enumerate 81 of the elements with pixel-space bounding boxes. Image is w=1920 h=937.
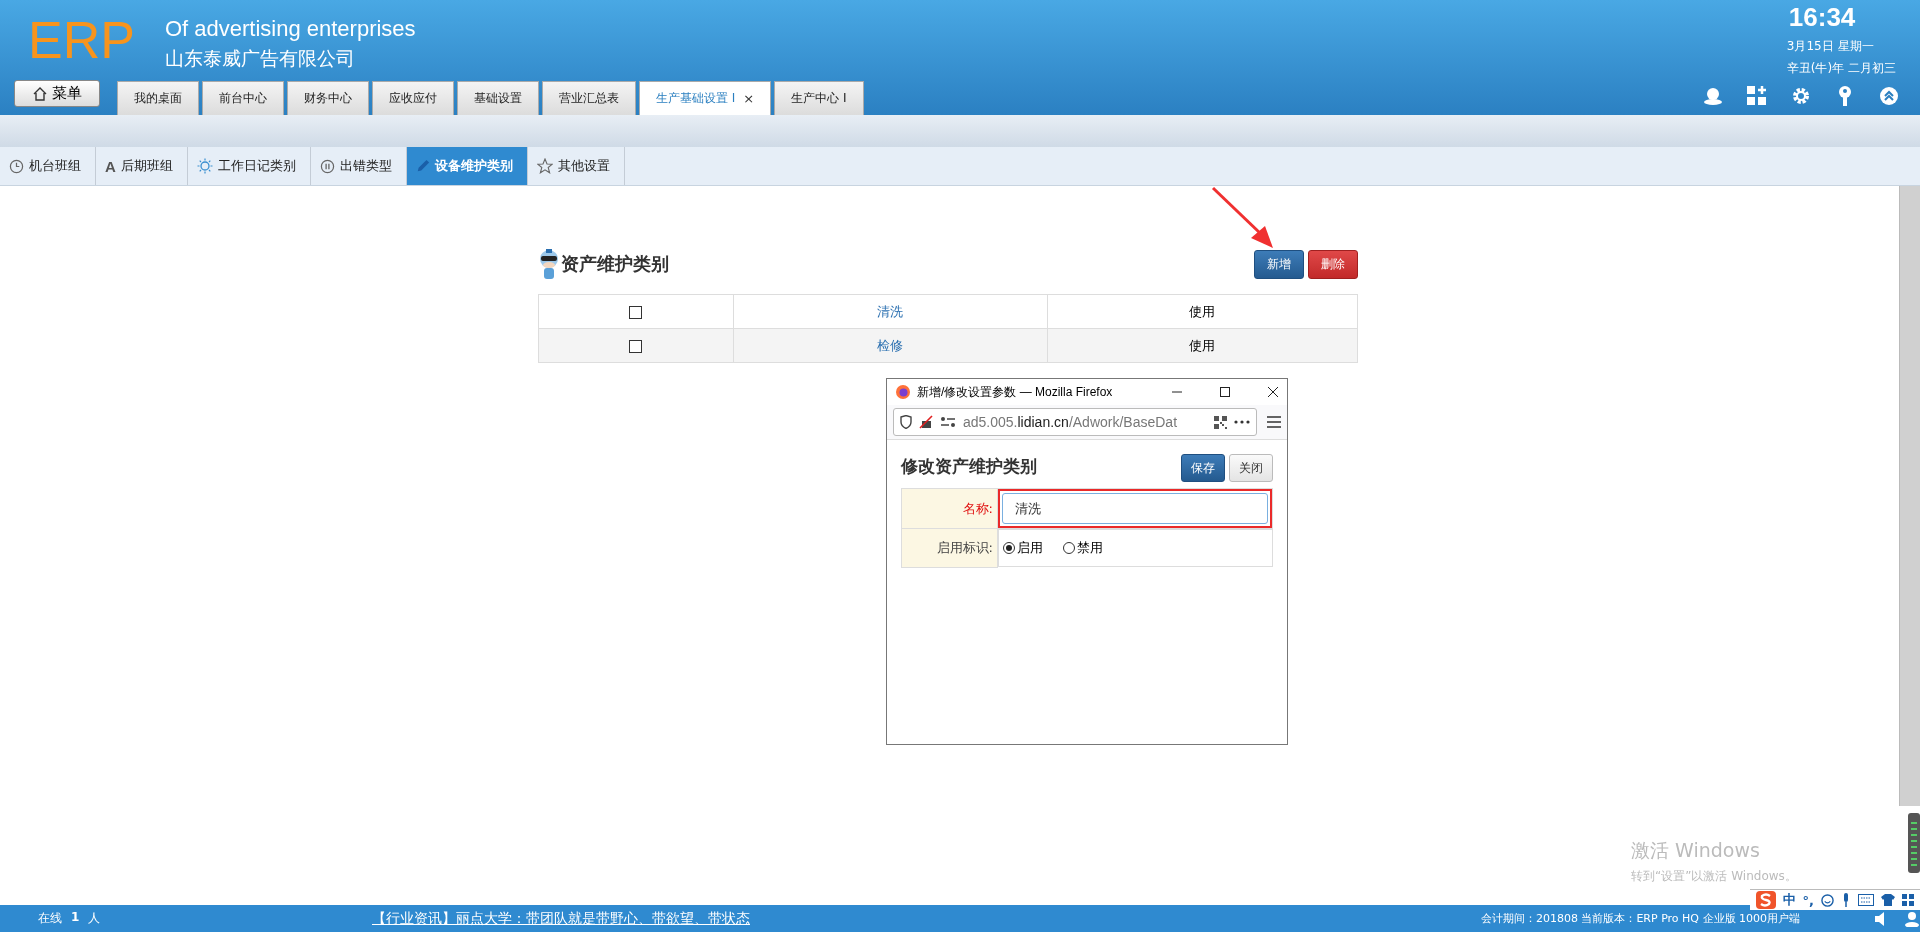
permissions-icon: [940, 416, 956, 428]
shirt-icon[interactable]: [1881, 894, 1895, 906]
clock-time: 16:34: [1788, 2, 1856, 33]
company-name: 山东泰威广告有限公司: [164, 46, 356, 71]
panel-title: 资产维护类别: [560, 252, 669, 276]
field-label: 启用标识:: [936, 540, 993, 555]
sub-tab[interactable]: 其他设置: [527, 147, 625, 185]
settings-icon[interactable]: [1790, 85, 1812, 107]
mascot-icon: [537, 248, 560, 280]
radio-option[interactable]: 禁用: [1063, 539, 1103, 557]
close-button[interactable]: ×: [743, 91, 755, 106]
sogou-icon[interactable]: [1755, 891, 1776, 909]
user-icon[interactable]: [1702, 85, 1724, 107]
ime-mode[interactable]: 中: [1782, 891, 1796, 909]
scrollbar[interactable]: [1899, 186, 1920, 806]
insecure-icon: [919, 415, 933, 429]
pause-icon: [319, 158, 335, 174]
sub-tab[interactable]: 设备维护类别: [406, 147, 528, 185]
url-text: ad5.005.lidian.cn/Adwork/BaseDat: [963, 414, 1179, 430]
row-checkbox[interactable]: [629, 340, 642, 353]
close-icon[interactable]: [1267, 386, 1279, 398]
ime-punctuation[interactable]: °,: [1802, 892, 1814, 908]
activation-title: 激活 Windows: [1631, 838, 1761, 863]
field-label: 名称:: [962, 500, 993, 516]
shield-icon: [900, 415, 912, 429]
volume-meter-icon: [1908, 813, 1920, 873]
pen-icon: [415, 159, 430, 173]
news-link[interactable]: 【行业资讯】丽点大学：带团队就是带野心、带欲望、带状态: [372, 909, 750, 928]
radio-option[interactable]: 启用: [1003, 539, 1043, 557]
version-info: 会计期间：201808 当前版本：ERP Pro HQ 企业版 1000用户端: [1480, 911, 1800, 926]
sun-icon: [196, 158, 213, 174]
letter-icon: A: [105, 157, 116, 175]
nav-tab[interactable]: 我的桌面: [117, 81, 199, 115]
menu-button[interactable]: 菜单: [14, 80, 100, 107]
collapse-icon[interactable]: [1878, 85, 1900, 107]
category-link[interactable]: 清洗: [877, 303, 903, 319]
online-label: 在线: [38, 910, 62, 927]
keyboard-icon[interactable]: [1858, 894, 1874, 906]
qr-code-icon: [1214, 415, 1227, 429]
nav-tab[interactable]: 应收应付: [372, 81, 454, 115]
row-checkbox[interactable]: [629, 306, 642, 319]
microphone-icon[interactable]: [1841, 893, 1851, 907]
nav-tab[interactable]: 生产基础设置 I ×: [639, 81, 772, 115]
smiley-icon[interactable]: [1821, 893, 1834, 907]
sub-tab[interactable]: 出错类型: [310, 147, 407, 185]
online-count: 1: [71, 910, 80, 926]
grid-icon[interactable]: [1902, 894, 1914, 906]
category-link[interactable]: 检修: [877, 337, 903, 353]
address-bar[interactable]: ad5.005.lidian.cn/Adwork/BaseDat: [893, 408, 1257, 436]
nav-tab[interactable]: 基础设置: [457, 81, 539, 115]
maximize-icon[interactable]: [1219, 386, 1231, 398]
firefox-icon: [895, 384, 911, 400]
nav-tab[interactable]: 财务中心: [287, 81, 369, 115]
online-unit: 人: [88, 910, 101, 927]
form-heading: 修改资产维护类别: [901, 455, 1037, 478]
nav-tab[interactable]: 生产中心 I: [774, 81, 864, 115]
logo-text: ERP: [28, 14, 135, 66]
window-title: 新增/修改设置参数 — Mozilla Firefox: [917, 383, 1114, 401]
activation-hint: 转到“设置”以激活 Windows。: [1631, 868, 1797, 885]
sub-tab[interactable]: 工作日记类别: [187, 147, 311, 185]
close-button[interactable]: 关闭: [1229, 454, 1273, 482]
tagline: Of advertising enterprises: [164, 16, 416, 42]
status-text: 使用: [1189, 337, 1215, 353]
star-icon: [536, 158, 553, 174]
name-input[interactable]: 清洗: [1002, 493, 1268, 524]
sub-tab[interactable]: 机台班组: [0, 147, 96, 185]
nav-tab[interactable]: 前台中心: [202, 81, 284, 115]
person-icon[interactable]: [1904, 910, 1920, 927]
clock-icon: [9, 158, 24, 174]
add-button[interactable]: 新增: [1253, 249, 1304, 279]
home-icon: [32, 85, 48, 102]
lunar-date: 辛丑(牛)年 二月初三: [1786, 60, 1896, 77]
save-button[interactable]: 保存: [1181, 454, 1225, 482]
delete-button[interactable]: 删除: [1307, 249, 1358, 279]
status-text: 使用: [1189, 303, 1215, 319]
sub-tab[interactable]: A 后期班组: [96, 147, 188, 185]
clock-date: 3月15日 星期一: [1786, 38, 1874, 55]
menu-icon[interactable]: [1267, 416, 1281, 428]
more-icon[interactable]: [1234, 420, 1250, 424]
nav-tab[interactable]: 营业汇总表: [542, 81, 636, 115]
grid-add-icon[interactable]: [1746, 85, 1768, 107]
